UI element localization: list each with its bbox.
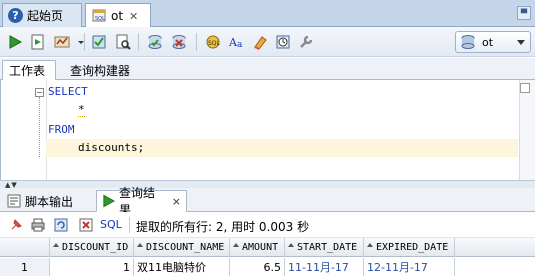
sql-history-icon[interactable] xyxy=(274,33,292,51)
cell-amount[interactable]: 6.5 xyxy=(230,258,285,276)
autotrace-icon[interactable] xyxy=(53,33,71,51)
column-header-label: EXPIRED_DATE xyxy=(376,242,449,253)
commit-transaction-icon[interactable] xyxy=(146,33,164,51)
column-header-label: AMOUNT xyxy=(242,242,279,253)
toolbar-separator xyxy=(138,33,139,51)
tab-query-result[interactable]: 查询结果 × xyxy=(96,186,187,217)
column-header-discount-id[interactable]: DISCOUNT_ID xyxy=(50,238,134,257)
tab-ot-worksheet[interactable]: SQL ot ✕ xyxy=(85,3,151,28)
editor-tab-bar: 工作表 查询构建器 xyxy=(0,58,535,81)
code-star-token: * xyxy=(78,103,85,117)
cell-expired-date[interactable]: 12-11月-17 xyxy=(364,258,455,276)
script-output-icon xyxy=(7,194,21,208)
maximize-icon[interactable]: ▀ xyxy=(517,6,531,20)
document-tab-strip: ? 起始页 SQL ot ✕ ▀ xyxy=(0,0,535,28)
fold-guide xyxy=(39,97,40,157)
cancel-query-icon[interactable] xyxy=(78,217,94,233)
table-row[interactable]: 1 1 双11电脑特价 6.5 11-11月-17 12-11月-17 xyxy=(0,258,535,276)
code-line-select: SELECT xyxy=(48,85,88,98)
code-line-table: discounts; xyxy=(78,141,145,154)
run-statement-icon[interactable] xyxy=(6,33,24,51)
change-case-icon[interactable]: Aa xyxy=(228,33,246,51)
sort-icon xyxy=(137,243,143,247)
column-header-discount-name[interactable]: DISCOUNT_NAME xyxy=(134,238,230,257)
column-header-start-date[interactable]: START_DATE xyxy=(285,238,364,257)
chevron-down-icon xyxy=(517,40,525,45)
tab-query-builder[interactable]: 查询构建器 xyxy=(64,60,136,80)
refresh-icon[interactable] xyxy=(53,217,69,233)
close-tab-icon[interactable]: × xyxy=(172,195,181,208)
row-number: 1 xyxy=(0,258,50,276)
help-icon: ? xyxy=(8,8,23,23)
column-header-label: DISCOUNT_NAME xyxy=(146,242,225,253)
fetch-status: 提取的所有行: 2, 用时 0.003 秒 xyxy=(136,220,310,234)
tab-ot-label: ot xyxy=(111,9,124,23)
column-header-label: DISCOUNT_ID xyxy=(62,242,129,253)
close-tab-icon[interactable]: ✕ xyxy=(129,10,138,23)
results-toolbar: SQL 提取的所有行: 2, 用时 0.003 秒 xyxy=(0,212,535,238)
query-result-icon xyxy=(103,194,116,208)
toolbar-separator xyxy=(129,217,130,233)
rollback-icon[interactable] xyxy=(170,33,188,51)
run-script-icon[interactable] xyxy=(29,33,47,51)
cell-start-date[interactable]: 11-11月-17 xyxy=(285,258,364,276)
fold-toggle-icon[interactable]: − xyxy=(35,88,44,97)
sort-icon xyxy=(233,243,239,247)
panel-splitter[interactable] xyxy=(0,180,535,188)
sort-icon xyxy=(53,243,59,247)
connection-name: ot xyxy=(482,35,494,49)
cell-discount-name[interactable]: 双11电脑特价 xyxy=(134,258,230,276)
dropdown-arrow-icon[interactable] xyxy=(72,33,90,51)
tab-start-page[interactable]: ? 起始页 xyxy=(2,3,82,27)
output-tab-bar: 脚本输出 查询结果 × xyxy=(0,186,535,217)
toolbar-separator xyxy=(84,33,85,51)
code-line-star: * xyxy=(78,101,85,119)
tab-script-output-label: 脚本输出 xyxy=(25,194,74,209)
column-header-amount[interactable]: AMOUNT xyxy=(230,238,285,257)
svg-text:SQL: SQL xyxy=(95,16,105,22)
tab-script-output[interactable]: 脚本输出 xyxy=(2,190,78,212)
editor-scrollbar[interactable] xyxy=(519,80,535,180)
sort-icon xyxy=(367,243,373,247)
tab-worksheet[interactable]: 工作表 xyxy=(2,60,56,81)
grid-corner xyxy=(0,238,50,257)
explain-plan-icon[interactable] xyxy=(114,33,132,51)
column-header-expired-date[interactable]: EXPIRED_DATE xyxy=(364,238,455,257)
toolbar-separator xyxy=(196,33,197,51)
pin-icon[interactable] xyxy=(8,217,24,233)
wrench-icon[interactable] xyxy=(297,33,315,51)
connection-select[interactable]: ot xyxy=(455,31,531,53)
commit-icon[interactable] xyxy=(90,33,108,51)
sort-icon xyxy=(288,243,294,247)
editor-corner-box xyxy=(520,83,530,93)
worksheet-toolbar: SQL Aa ot xyxy=(0,27,535,57)
column-header-label: START_DATE xyxy=(297,242,358,253)
sql-worksheet-icon: SQL xyxy=(91,8,107,24)
results-grid: DISCOUNT_ID DISCOUNT_NAME AMOUNT START_D… xyxy=(0,238,535,276)
clear-icon[interactable] xyxy=(251,33,269,51)
grid-header-row: DISCOUNT_ID DISCOUNT_NAME AMOUNT START_D… xyxy=(0,238,535,257)
svg-text:a: a xyxy=(237,40,243,50)
sql-tuning-icon[interactable]: SQL xyxy=(204,33,222,51)
tab-start-page-label: 起始页 xyxy=(27,9,64,23)
print-icon[interactable] xyxy=(30,217,46,233)
database-icon xyxy=(461,35,475,49)
code-line-from: FROM xyxy=(48,123,75,136)
svg-text:SQL: SQL xyxy=(208,40,221,47)
sql-button[interactable]: SQL xyxy=(100,218,122,231)
cell-discount-id[interactable]: 1 xyxy=(50,258,134,276)
